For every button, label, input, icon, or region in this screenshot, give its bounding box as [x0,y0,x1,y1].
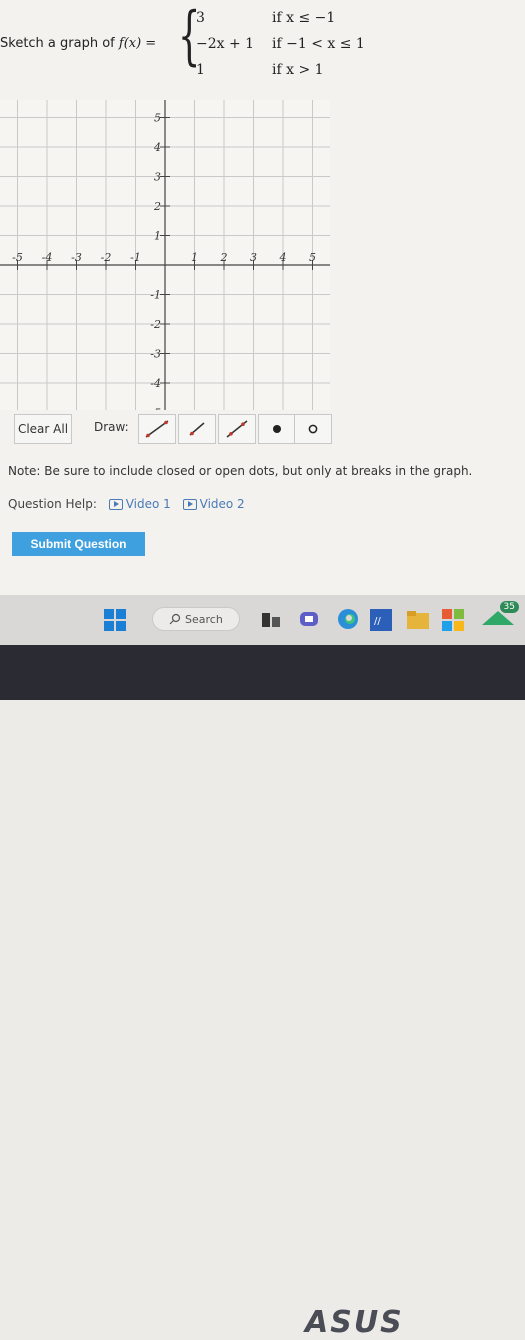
note-text: Note: Be sure to include closed or open … [8,464,473,478]
open-dot-icon [308,424,318,434]
store-icon[interactable] [442,609,466,631]
x-tick-label: -1 [130,251,141,264]
notification-badge: 35 [499,601,519,613]
y-tick-label: -4 [150,377,161,390]
open-dot-tool-button[interactable] [294,414,332,444]
closed-dot-tool-button[interactable] [258,414,296,444]
x-tick-label: -4 [42,251,53,264]
y-tick-label: 3 [154,171,161,184]
case-3-cond: if x > 1 [272,62,324,78]
windows-taskbar: Search // 35 [0,595,525,645]
case-1: 3 if x ≤ −1 [196,10,335,26]
line-tool-button[interactable] [138,414,176,444]
laptop-bezel: ASUS [0,645,525,1340]
case-3: 1 if x > 1 [196,62,324,78]
help-label: Question Help: [8,497,97,511]
case-1-expr: 3 [196,10,205,26]
y-tick-label: 1 [154,230,161,243]
x-tick-label: 2 [220,251,228,264]
x-tick-label: 5 [309,251,316,264]
y-tick-label: 4 [153,141,161,154]
x-tick-label: -3 [71,251,82,264]
x-tick-label: -5 [12,251,23,264]
y-tick-label: 2 [153,200,161,213]
case-1-cond: if x ≤ −1 [272,10,336,26]
y-tick-label: 5 [154,112,161,125]
file-explorer-icon[interactable] [406,609,430,631]
svg-text://: // [374,616,381,627]
y-tick-label: -2 [150,318,161,331]
taskbar-search[interactable]: Search [152,607,240,631]
y-tick-label: -1 [150,289,161,302]
case-2-cond: if −1 < x ≤ 1 [272,36,365,52]
graph-toolbar: Clear All Draw: [14,414,332,446]
x-tick-label: 3 [250,251,257,264]
case-2-expr: −2x + 1 [196,36,255,52]
graph-canvas[interactable]: -5 -4 -3 -2 -1 1 2 3 4 5 5 4 3 2 1 -1 -2 -3 -4 -5 [0,100,330,410]
video-icon [108,499,123,510]
x-tick-label: 4 [279,251,287,264]
case-3-expr: 1 [196,62,205,78]
submit-question-button[interactable]: Submit Question [12,532,145,556]
question-page: Sketch a graph of f(x) = { 3 if x ≤ −1 −… [0,0,525,595]
edge-browser-icon[interactable] [336,607,360,631]
video-icon [182,499,197,510]
question-help: Question Help: Video 1 Video 2 [8,497,245,511]
windows-start-icon[interactable] [104,609,126,631]
ray-icon [189,422,205,436]
y-tick-label: -3 [150,348,161,361]
prompt-text: Sketch a graph of f(x) = [0,36,156,51]
closed-dot-icon [273,425,281,433]
function-name: f(x) = [118,36,157,51]
task-view-icon[interactable] [260,609,282,631]
y-tick-label: -5 [150,407,161,411]
clear-all-button[interactable]: Clear All [14,414,72,444]
x-tick-label: 1 [191,251,198,264]
video-1-label: Video 1 [125,497,171,511]
x-tick-label: -2 [101,251,112,264]
video-1-link[interactable]: Video 1 [108,497,171,511]
line-icon [145,420,169,438]
taskbar-search-label: Search [185,612,223,626]
prompt-prefix: Sketch a graph of [0,36,119,51]
video-2-link[interactable]: Video 2 [182,497,245,511]
chat-icon[interactable] [298,609,320,631]
video-2-label: Video 2 [199,497,245,511]
asus-logo: ASUS [305,1305,404,1340]
ray-tool-button[interactable] [178,414,216,444]
search-icon [169,613,181,625]
case-2: −2x + 1 if −1 < x ≤ 1 [196,36,365,52]
segment-icon [226,420,248,438]
segment-tool-button[interactable] [218,414,256,444]
app-tile-icon[interactable]: // [370,609,392,631]
draw-label: Draw: [94,420,129,434]
